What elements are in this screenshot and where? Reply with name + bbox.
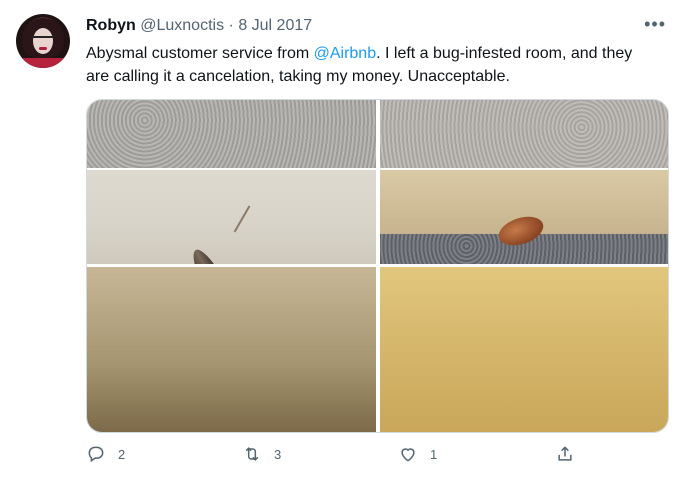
separator: · bbox=[228, 17, 234, 34]
photo-cockroach[interactable] bbox=[380, 100, 668, 264]
tweet-text: Abysmal customer service from @Airbnb. I… bbox=[86, 42, 656, 88]
media-grid bbox=[86, 99, 669, 433]
photo-wall[interactable] bbox=[380, 267, 668, 432]
retweet-icon bbox=[245, 447, 259, 461]
like-icon bbox=[401, 448, 415, 462]
retweet-count: 3 bbox=[274, 446, 282, 462]
share-icon bbox=[558, 446, 572, 461]
tweet-header: Robyn @Luxnoctis · 8 Jul 2017 bbox=[86, 16, 312, 36]
display-name[interactable]: Robyn bbox=[86, 17, 136, 34]
like-button[interactable]: 1 bbox=[398, 444, 437, 464]
more-icon[interactable]: ••• bbox=[644, 14, 666, 35]
reply-icon bbox=[88, 446, 104, 463]
handle[interactable]: @Luxnoctis bbox=[140, 17, 224, 34]
retweet-button[interactable]: 3 bbox=[242, 444, 281, 464]
reply-button[interactable]: 2 bbox=[86, 444, 125, 464]
tweet-text-part: Abysmal customer service from bbox=[86, 45, 314, 62]
photo-bag[interactable] bbox=[87, 267, 376, 432]
like-count: 1 bbox=[430, 446, 438, 462]
tweet-actions: 2 3 1 bbox=[86, 444, 666, 472]
tweet-date[interactable]: 8 Jul 2017 bbox=[238, 17, 312, 34]
share-button[interactable] bbox=[555, 444, 575, 464]
mention-link[interactable]: @Airbnb bbox=[314, 45, 377, 62]
reply-count: 2 bbox=[118, 446, 126, 462]
tweet[interactable]: Robyn @Luxnoctis · 8 Jul 2017 ••• Abysma… bbox=[0, 0, 680, 478]
photo-moth[interactable] bbox=[87, 100, 376, 264]
avatar[interactable] bbox=[16, 14, 70, 68]
